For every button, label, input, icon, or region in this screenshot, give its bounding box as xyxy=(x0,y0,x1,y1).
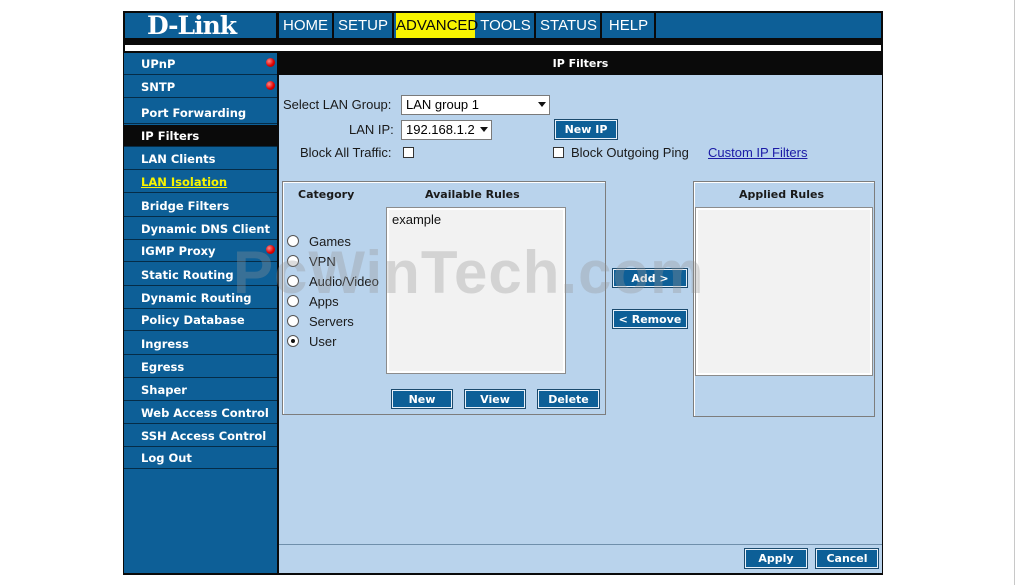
page-title: IP Filters xyxy=(279,53,882,75)
sidebar-item-policy-database[interactable]: Policy Database xyxy=(124,309,277,331)
tab-tools[interactable]: TOOLS xyxy=(477,13,536,38)
sidebar-item-label: IP Filters xyxy=(141,129,200,143)
tab-home[interactable]: HOME xyxy=(279,13,334,38)
sidebar-item-lan-clients[interactable]: LAN Clients xyxy=(124,148,277,170)
sidebar-item-label: Bridge Filters xyxy=(141,199,230,213)
status-dot-icon xyxy=(266,58,275,67)
sidebar-item-igmp-proxy[interactable]: IGMP Proxy xyxy=(124,240,277,262)
view-rule-button[interactable]: View xyxy=(464,389,526,409)
dlink-logo: D-Link xyxy=(147,11,237,40)
new-rule-button[interactable]: New xyxy=(391,389,453,409)
tab-advanced[interactable]: ADVANCED xyxy=(396,13,478,38)
radio-vpn[interactable] xyxy=(287,255,299,267)
radio-games[interactable] xyxy=(287,235,299,247)
sidebar-item-label: LAN Clients xyxy=(141,152,216,166)
remove-rule-button[interactable]: < Remove xyxy=(612,309,688,329)
sidebar-item-label: LAN Isolation xyxy=(141,175,228,189)
sidebar: UPnP SNTP Port Forwarding IP Filters LAN… xyxy=(124,53,277,573)
block-ping-label: Block Outgoing Ping xyxy=(571,145,689,160)
cancel-button[interactable]: Cancel xyxy=(815,548,879,569)
category-label: User xyxy=(309,334,337,349)
lan-group-label: Select LAN Group: xyxy=(283,97,392,112)
sidebar-item-label: SNTP xyxy=(141,80,176,94)
header-divider xyxy=(125,45,881,51)
sidebar-item-label: Log Out xyxy=(141,451,192,465)
category-label: Games xyxy=(309,234,351,249)
lan-group-select[interactable]: LAN group 1 xyxy=(401,95,550,115)
block-ping-checkbox[interactable] xyxy=(553,147,564,158)
custom-ip-filters-link[interactable]: Custom IP Filters xyxy=(708,145,807,160)
sidebar-item-label: IGMP Proxy xyxy=(141,244,216,258)
available-rules-header: Available Rules xyxy=(425,188,520,201)
sidebar-item-shaper[interactable]: Shaper xyxy=(124,379,277,401)
sidebar-item-ip-filters[interactable]: IP Filters xyxy=(124,125,277,147)
sidebar-item-label: UPnP xyxy=(141,57,176,71)
apply-button[interactable]: Apply xyxy=(744,548,808,569)
sidebar-item-dynamic-dns[interactable]: Dynamic DNS Client xyxy=(124,218,277,240)
sidebar-item-web-access-control[interactable]: Web Access Control xyxy=(124,402,277,424)
tab-setup[interactable]: SETUP xyxy=(334,13,394,38)
sidebar-item-label: SSH Access Control xyxy=(141,429,267,443)
list-item[interactable]: example xyxy=(392,212,441,227)
sidebar-item-egress[interactable]: Egress xyxy=(124,356,277,378)
sidebar-item-label: Port Forwarding xyxy=(141,106,247,120)
new-ip-button[interactable]: New IP xyxy=(554,119,618,140)
page-edge xyxy=(1014,0,1015,585)
main-panel: IP Filters Select LAN Group: LAN group 1… xyxy=(279,53,882,573)
sidebar-item-lan-isolation[interactable]: LAN Isolation xyxy=(124,171,277,193)
tab-status[interactable]: STATUS xyxy=(537,13,602,38)
status-dot-icon xyxy=(266,245,275,254)
radio-apps[interactable] xyxy=(287,295,299,307)
sidebar-item-label: Shaper xyxy=(141,383,187,397)
block-all-label: Block All Traffic: xyxy=(300,145,392,160)
category-label: Audio/Video xyxy=(309,274,379,289)
sidebar-item-bridge-filters[interactable]: Bridge Filters xyxy=(124,195,277,217)
delete-rule-button[interactable]: Delete xyxy=(537,389,600,409)
category-label: Servers xyxy=(309,314,354,329)
lan-ip-value: 192.168.1.2 xyxy=(406,122,475,137)
lan-ip-select[interactable]: 192.168.1.2 xyxy=(401,120,492,140)
radio-servers[interactable] xyxy=(287,315,299,327)
chevron-down-icon xyxy=(538,102,546,107)
sidebar-item-static-routing[interactable]: Static Routing xyxy=(124,264,277,286)
available-rules-list[interactable]: example xyxy=(386,207,566,374)
sidebar-item-sntp[interactable]: SNTP xyxy=(124,76,277,98)
applied-rules-header: Applied Rules xyxy=(739,188,825,201)
radio-user[interactable] xyxy=(287,335,299,347)
sidebar-item-ingress[interactable]: Ingress xyxy=(124,333,277,355)
applied-rules-list[interactable] xyxy=(695,207,873,376)
sidebar-item-ssh-access-control[interactable]: SSH Access Control xyxy=(124,425,277,447)
sidebar-item-label: Dynamic Routing xyxy=(141,291,252,305)
sidebar-item-label: Static Routing xyxy=(141,268,234,282)
sidebar-item-label: Web Access Control xyxy=(141,406,269,420)
sidebar-item-label: Dynamic DNS Client xyxy=(141,222,270,236)
sidebar-item-log-out[interactable]: Log Out xyxy=(124,447,277,469)
radio-audio-video[interactable] xyxy=(287,275,299,287)
category-label: Apps xyxy=(309,294,339,309)
sidebar-item-dynamic-routing[interactable]: Dynamic Routing xyxy=(124,287,277,309)
chevron-down-icon xyxy=(480,127,488,132)
tab-help[interactable]: HELP xyxy=(603,13,656,38)
add-rule-button[interactable]: Add > xyxy=(612,268,688,288)
category-header: Category xyxy=(298,188,355,201)
sidebar-item-label: Policy Database xyxy=(141,313,245,327)
lan-group-value: LAN group 1 xyxy=(406,97,479,112)
top-nav: HOME SETUP ADVANCED TOOLS STATUS HELP xyxy=(279,13,881,38)
block-all-checkbox[interactable] xyxy=(403,147,414,158)
status-dot-icon xyxy=(266,81,275,90)
sidebar-item-label: Egress xyxy=(141,360,185,374)
sidebar-item-upnp[interactable]: UPnP xyxy=(124,53,277,75)
category-label: VPN xyxy=(309,254,336,269)
sidebar-item-label: Ingress xyxy=(141,337,189,351)
sidebar-item-port-forwarding[interactable]: Port Forwarding xyxy=(124,102,277,124)
lan-ip-label: LAN IP: xyxy=(349,122,394,137)
